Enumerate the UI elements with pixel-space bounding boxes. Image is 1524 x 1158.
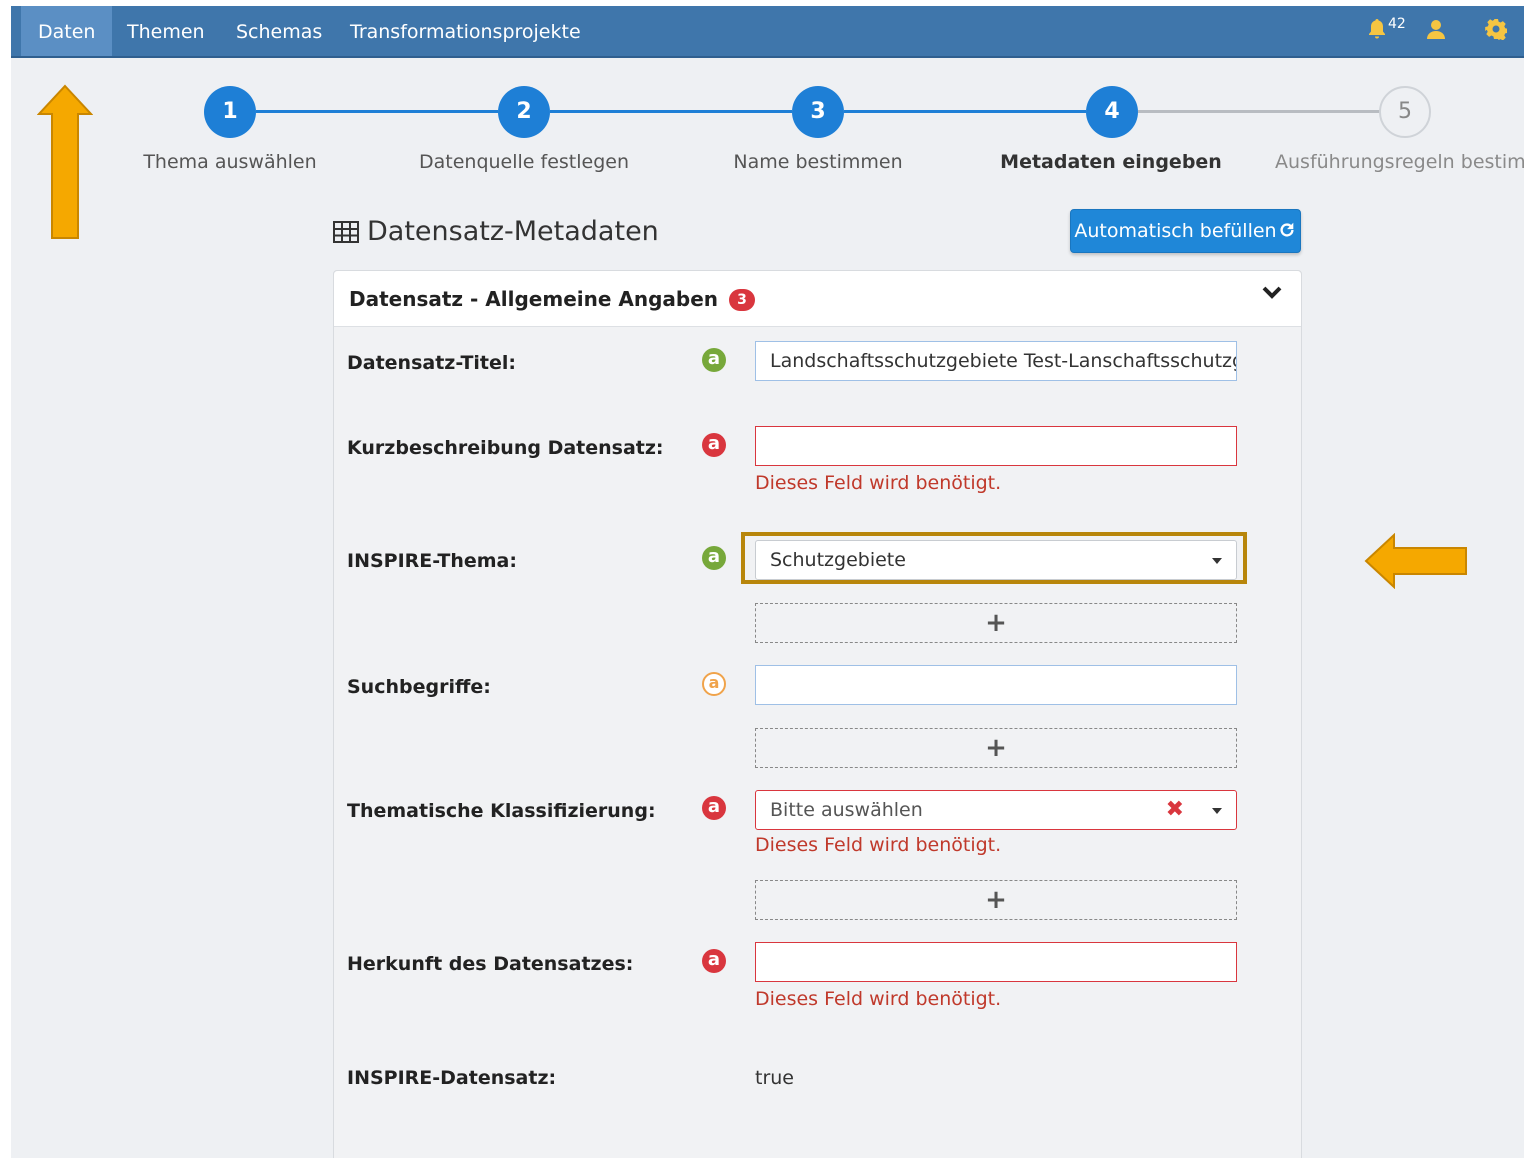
- titel-label: Datensatz-Titel:: [347, 352, 517, 374]
- step-2-label: Datenquelle festlegen: [418, 151, 630, 173]
- kurzbeschreibung-input[interactable]: [755, 426, 1237, 466]
- kurzbeschreibung-error: Dieses Feld wird benötigt.: [755, 472, 1002, 494]
- notification-count: 42: [1388, 16, 1406, 32]
- auto-fill-label: Automatisch befüllen: [1074, 220, 1277, 242]
- at-status-ok-icon: a: [702, 348, 726, 372]
- caret-down-icon: [1212, 808, 1222, 814]
- step-3-circle[interactable]: 3: [792, 86, 844, 138]
- refresh-icon: [1277, 220, 1297, 242]
- klassifizierung-error: Dieses Feld wird benötigt.: [755, 834, 1002, 856]
- nav-daten[interactable]: Daten: [21, 6, 113, 56]
- auto-fill-button[interactable]: Automatisch befüllen: [1070, 209, 1301, 253]
- herkunft-error: Dieses Feld wird benötigt.: [755, 988, 1002, 1010]
- suchbegriffe-label: Suchbegriffe:: [347, 676, 491, 698]
- herkunft-label: Herkunft des Datensatzes:: [347, 953, 634, 975]
- step-1-label: Thema auswählen: [143, 151, 317, 173]
- klassifizierung-placeholder: Bitte auswählen: [770, 799, 923, 821]
- app-window: Daten Themen Schemas Transformationsproj…: [11, 6, 1524, 1158]
- panel-header[interactable]: Datensatz - Allgemeine Angaben 3: [334, 271, 1301, 327]
- user-icon[interactable]: [1425, 18, 1447, 45]
- add-klassifizierung-button[interactable]: +: [755, 880, 1237, 920]
- add-inspire-thema-button[interactable]: +: [755, 603, 1237, 643]
- nav-themen[interactable]: Themen: [110, 6, 222, 56]
- inspire-thema-select[interactable]: Schutzgebiete: [755, 540, 1237, 580]
- metadata-panel: Datensatz - Allgemeine Angaben 3: [333, 270, 1302, 1158]
- section-title: Datensatz-Metadaten: [333, 216, 659, 250]
- herkunft-input[interactable]: [755, 942, 1237, 982]
- annotation-arrow-up: [36, 84, 94, 244]
- step-connector-3: [844, 110, 1086, 113]
- at-status-error-icon: a: [702, 796, 726, 820]
- annotation-arrow-left: [1364, 532, 1468, 593]
- nav-schemas[interactable]: Schemas: [219, 6, 339, 56]
- step-4-circle[interactable]: 4: [1086, 86, 1138, 138]
- step-4-label: Metadaten eingeben: [1000, 151, 1222, 173]
- at-status-error-icon: a: [702, 949, 726, 973]
- step-connector-1: [256, 110, 498, 113]
- klassifizierung-select[interactable]: Bitte auswählen ✖: [755, 790, 1237, 830]
- step-5-label: Ausführungsregeln bestimme: [1275, 151, 1524, 173]
- panel-title-text: Datensatz - Allgemeine Angaben: [349, 287, 719, 311]
- step-2-circle[interactable]: 2: [498, 86, 550, 138]
- klassifizierung-label: Thematische Klassifizierung:: [347, 800, 656, 822]
- error-count-badge: 3: [729, 289, 756, 311]
- at-status-ok-icon: a: [702, 546, 726, 570]
- step-1-circle[interactable]: 1: [204, 86, 256, 138]
- panel-title: Datensatz - Allgemeine Angaben 3: [349, 287, 756, 311]
- clear-icon[interactable]: ✖: [1166, 791, 1184, 829]
- step-3-label: Name bestimmen: [733, 151, 903, 173]
- at-status-warning-icon: a: [702, 672, 726, 696]
- add-suchbegriff-button[interactable]: +: [755, 728, 1237, 768]
- section-title-text: Datensatz-Metadaten: [367, 216, 659, 247]
- top-navbar: Daten Themen Schemas Transformationsproj…: [11, 6, 1524, 58]
- step-5-circle[interactable]: 5: [1379, 86, 1431, 138]
- chevron-down-icon[interactable]: [1261, 285, 1283, 305]
- titel-input[interactable]: Landschaftsschutzgebiete Test-Lanschafts…: [755, 341, 1237, 381]
- table-icon: [333, 219, 359, 250]
- gear-icon[interactable]: [1485, 18, 1508, 45]
- at-status-error-icon: a: [702, 433, 726, 457]
- suchbegriffe-input[interactable]: [755, 665, 1237, 705]
- inspire-thema-label: INSPIRE-Thema:: [347, 550, 517, 572]
- inspire-datensatz-value: true: [755, 1067, 794, 1089]
- bell-icon[interactable]: [1367, 18, 1387, 45]
- step-connector-2: [550, 110, 792, 113]
- step-connector-4: [1138, 110, 1380, 113]
- kurzbeschreibung-label: Kurzbeschreibung Datensatz:: [347, 437, 664, 459]
- nav-transformationsprojekte[interactable]: Transformationsprojekte: [333, 6, 598, 56]
- inspire-thema-value: Schutzgebiete: [770, 549, 906, 571]
- caret-down-icon: [1212, 558, 1222, 564]
- inspire-datensatz-label: INSPIRE-Datensatz:: [347, 1067, 557, 1089]
